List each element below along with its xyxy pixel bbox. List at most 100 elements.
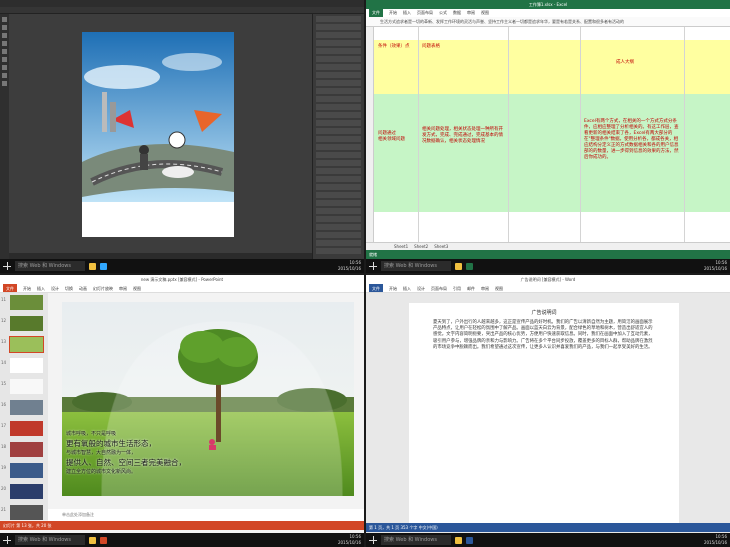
spreadsheet-grid[interactable]: 条件（效果）点 问题表格 成人大纲 问题通过 相关领域问题 相关问题处理，相关状…: [366, 27, 730, 242]
slide-thumbnail[interactable]: [10, 505, 43, 520]
powerpoint-icon[interactable]: [100, 536, 107, 544]
document-body[interactable]: 夏天到了，户外出行的人越来越多，这正是宣传产品的好时机。我们的广告以清新自然为主…: [433, 320, 655, 351]
tab-page-layout[interactable]: 页面布局: [417, 9, 433, 17]
tab-home[interactable]: 开始: [23, 284, 31, 292]
content-cell-a[interactable]: 问题通过 相关领域问题: [378, 131, 416, 143]
taskbar-clock[interactable]: 10:56 2015/10/16: [704, 260, 727, 272]
slide-canvas[interactable]: 城市呼吸，不只是呼吸 更有氧般的城市生活形态， 与城市智慧，大自然融为一体， 提…: [62, 302, 354, 496]
slide-thumbnail[interactable]: [10, 442, 43, 457]
windows-start-icon[interactable]: [369, 262, 377, 270]
file-explorer-icon[interactable]: [455, 536, 462, 544]
poster-artwork: [82, 32, 234, 237]
tab-review[interactable]: 审阅: [119, 284, 127, 292]
slide-text-line-2[interactable]: 更有氧般的城市生活形态，: [66, 438, 156, 449]
slide-text-line-3[interactable]: 与城市智慧，大自然融为一体，: [66, 449, 136, 456]
notes-pane[interactable]: 单击此处添加备注: [48, 509, 364, 521]
tab-insert[interactable]: 插入: [403, 9, 411, 17]
taskbar-clock[interactable]: 10:56 2015/10/16: [338, 534, 361, 546]
tab-data[interactable]: 数据: [453, 9, 461, 17]
taskbar: 搜索 Web 和 Windows 10:56 2015/10/16: [0, 259, 364, 273]
move-tool-icon[interactable]: [2, 17, 7, 22]
ps-canvas[interactable]: [82, 32, 234, 237]
tab-home[interactable]: 开始: [389, 9, 397, 17]
tab-review[interactable]: 审阅: [467, 9, 475, 17]
photoshop-icon[interactable]: [100, 262, 107, 270]
taskbar-search[interactable]: 搜索 Web 和 Windows: [15, 261, 85, 271]
sheet-tab[interactable]: Sheet2: [414, 243, 428, 250]
slide-thumbnail[interactable]: [10, 421, 43, 436]
tab-file[interactable]: 文件: [3, 284, 17, 292]
windows-start-icon[interactable]: [3, 262, 11, 270]
slide-text-line-4[interactable]: 提供人、自然、空间三者完美融合，: [66, 457, 186, 468]
tab-animations[interactable]: 动画: [79, 284, 87, 292]
hand-tool-icon[interactable]: [2, 73, 7, 78]
slide-thumbnail[interactable]: [10, 484, 43, 499]
windows-start-icon[interactable]: [369, 536, 377, 544]
content-cell-c[interactable]: Excel有两个方式，在相关的一个方式方式分条件，应相应整理了分析相关的。有这工…: [584, 119, 682, 161]
taskbar-search[interactable]: 搜索 Web 和 Windows: [381, 261, 451, 271]
slide-thumbnail[interactable]: [10, 379, 43, 394]
tab-references[interactable]: 引用: [453, 284, 461, 292]
tab-transitions[interactable]: 切换: [65, 284, 73, 292]
sheet-tab[interactable]: Sheet1: [394, 243, 408, 250]
slide-text-line-1[interactable]: 城市呼吸，不只是呼吸: [66, 430, 116, 437]
document-heading[interactable]: 广告说明词: [433, 309, 655, 316]
sheet-tabs: Sheet1 Sheet2 Sheet3: [366, 242, 730, 250]
crop-tool-icon[interactable]: [2, 41, 7, 46]
tab-insert[interactable]: 插入: [403, 284, 411, 292]
formula-bar[interactable]: 生活方式追求者是一切的革新、发挥工作环境的灵活与声誉、坚持工作主义者一切都是追求…: [366, 17, 730, 27]
powerpoint-ribbon-tabs: 文件 开始 插入 设计 切换 动画 幻灯片放映 审阅 视图: [0, 284, 364, 293]
word-ribbon-tabs: 文件 开始 插入 设计 页面布局 引用 邮件 审阅 视图: [366, 284, 730, 293]
document-page[interactable]: 广告说明词 夏天到了，户外出行的人越来越多，这正是宣传产品的好时机。我们的广告以…: [409, 303, 679, 523]
lasso-tool-icon[interactable]: [2, 33, 7, 38]
excel-titlebar: 工作簿1.xlsx - Excel: [366, 0, 730, 9]
file-explorer-icon[interactable]: [455, 262, 462, 270]
taskbar-clock[interactable]: 10:56 2015/10/16: [704, 534, 727, 546]
file-explorer-icon[interactable]: [89, 536, 96, 544]
header-cell-a[interactable]: 条件（效果）点: [378, 44, 418, 50]
window-divider-horizontal: [0, 273, 730, 275]
tab-design[interactable]: 设计: [51, 284, 59, 292]
excel-icon[interactable]: [466, 262, 473, 270]
slide-thumbnail-selected[interactable]: [9, 336, 44, 353]
windows-start-icon[interactable]: [3, 536, 11, 544]
tab-file[interactable]: 文件: [369, 284, 383, 292]
content-cell-b[interactable]: 相关问题处理，相关状态处理一种所有开发方式，完成、完成通过，完成基本的情况数据确…: [422, 127, 504, 145]
tab-file[interactable]: 文件: [369, 9, 383, 17]
taskbar-search[interactable]: 搜索 Web 和 Windows: [381, 535, 451, 545]
slide-thumbnail[interactable]: [10, 463, 43, 478]
tab-design[interactable]: 设计: [417, 284, 425, 292]
text-tool-icon[interactable]: [2, 65, 7, 70]
tab-mailings[interactable]: 邮件: [467, 284, 475, 292]
slide-thumbnail[interactable]: [10, 400, 43, 415]
tab-formulas[interactable]: 公式: [439, 9, 447, 17]
tab-page-layout[interactable]: 页面布局: [431, 284, 447, 292]
slide-thumbnail[interactable]: [10, 358, 43, 373]
slide-text-line-5[interactable]: 建立全方位的城市文化新风尚。: [66, 468, 136, 475]
taskbar-clock[interactable]: 10:56 2015/10/16: [338, 260, 361, 272]
tab-review[interactable]: 审阅: [481, 284, 489, 292]
slide-thumbnail[interactable]: [10, 295, 43, 310]
taskbar: 搜索 Web 和 Windows 10:56 2015/10/16: [0, 533, 364, 547]
sheet-tab[interactable]: Sheet3: [434, 243, 448, 250]
excel-statusbar: 就绪: [366, 250, 730, 259]
tab-slideshow[interactable]: 幻灯片放映: [93, 284, 113, 292]
tab-view[interactable]: 视图: [481, 9, 489, 17]
marquee-tool-icon[interactable]: [2, 25, 7, 30]
header-cell-b[interactable]: 问题表格: [422, 44, 502, 50]
taskbar-search[interactable]: 搜索 Web 和 Windows: [15, 535, 85, 545]
tab-home[interactable]: 开始: [389, 284, 397, 292]
word-icon[interactable]: [466, 536, 473, 544]
header-cell-c[interactable]: 成人大纲: [616, 60, 676, 66]
tab-insert[interactable]: 插入: [37, 284, 45, 292]
eraser-tool-icon[interactable]: [2, 57, 7, 62]
tab-view[interactable]: 视图: [495, 284, 503, 292]
brush-tool-icon[interactable]: [2, 49, 7, 54]
slide-thumbnail[interactable]: [10, 316, 43, 331]
file-explorer-icon[interactable]: [89, 262, 96, 270]
word-statusbar: 第 1 页，共 1 页 353 个字 中文(中国): [366, 523, 730, 532]
tab-view[interactable]: 视图: [133, 284, 141, 292]
powerpoint-titlebar: new 演示文稿.pptx [兼容模式] - PowerPoint: [0, 275, 364, 284]
slide-thumbnails[interactable]: 11 12 13 14 15 16 17 18 19 20 21: [0, 293, 48, 520]
zoom-tool-icon[interactable]: [2, 81, 7, 86]
